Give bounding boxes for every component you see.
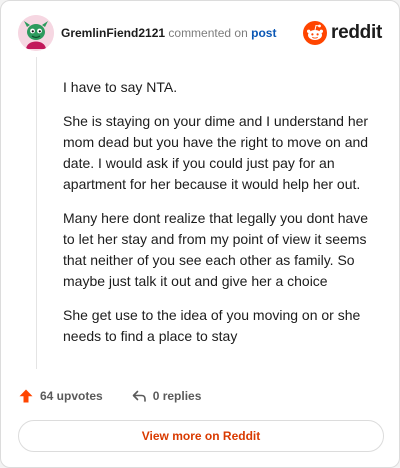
reddit-snoo-icon bbox=[303, 21, 328, 45]
view-more-button[interactable]: View more on Reddit bbox=[18, 420, 384, 452]
reply-button[interactable]: 0 replies bbox=[131, 388, 202, 404]
comment-paragraph: I have to say NTA. bbox=[63, 79, 178, 95]
username-link[interactable]: GremlinFiend2121 bbox=[61, 26, 165, 40]
upvote-arrow-icon bbox=[19, 389, 33, 403]
reddit-logo[interactable]: reddit bbox=[303, 21, 382, 45]
user-avatar[interactable] bbox=[18, 15, 54, 51]
comment-paragraph: She get use to the idea of you moving on… bbox=[63, 307, 361, 344]
reply-count: 0 replies bbox=[152, 389, 202, 403]
comment-actions: 64 upvotes 0 replies bbox=[18, 385, 229, 407]
post-link[interactable]: post bbox=[251, 26, 276, 40]
gremlin-avatar-icon bbox=[18, 15, 54, 51]
comment-body: I have to say NTA. She is staying on you… bbox=[63, 77, 383, 360]
upvote-button[interactable]: 64 upvotes bbox=[18, 388, 103, 404]
upvote-count: 64 upvotes bbox=[40, 389, 103, 403]
comment-paragraph: Many here dont realize that legally you … bbox=[63, 210, 369, 289]
comment-header: GremlinFiend2121 commented on post reddi… bbox=[18, 15, 382, 55]
reddit-wordmark: reddit bbox=[331, 22, 382, 43]
thread-line bbox=[36, 57, 37, 369]
comment-meta: GremlinFiend2121 commented on post bbox=[61, 26, 276, 40]
comment-paragraph: She is staying on your dime and I unders… bbox=[63, 113, 369, 192]
action-text: commented on bbox=[168, 26, 248, 40]
comment-card: GremlinFiend2121 commented on post reddi… bbox=[0, 0, 400, 468]
reply-arrow-icon bbox=[132, 390, 146, 402]
